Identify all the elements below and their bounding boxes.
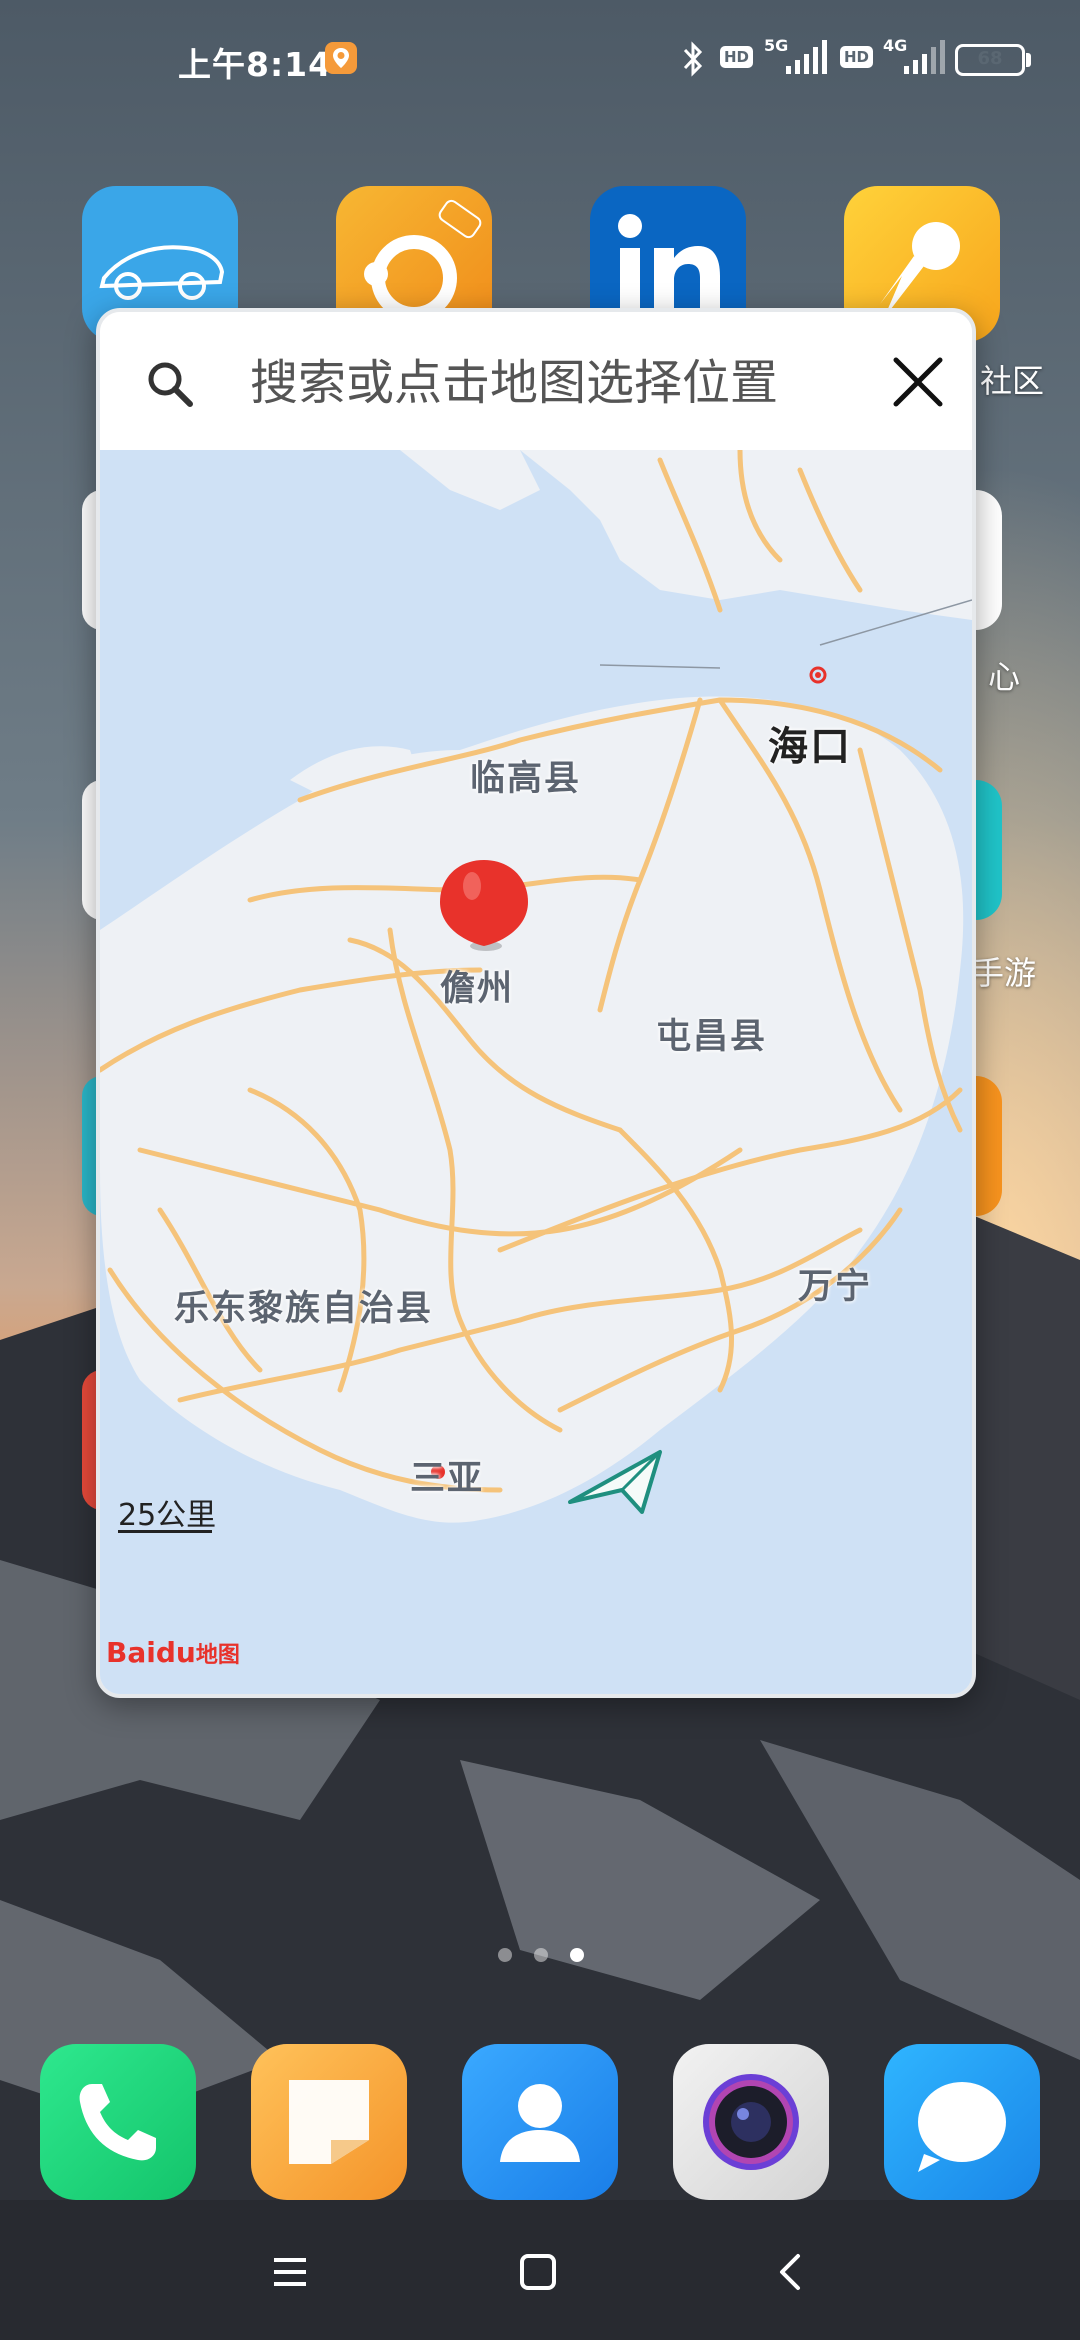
browser-icon xyxy=(918,2082,1006,2172)
menu-icon[interactable] xyxy=(260,2248,320,2296)
map-scale-label: 25公里 xyxy=(118,1498,217,1533)
phone-icon xyxy=(79,2084,156,2161)
page-dot[interactable] xyxy=(498,1948,512,1962)
city-label-haikou: 海口 xyxy=(768,724,852,770)
location-icon xyxy=(325,42,357,74)
battery-tip xyxy=(1026,53,1031,67)
map-canvas[interactable] xyxy=(100,450,972,1694)
battery-percent: 68 xyxy=(977,48,1003,69)
partial-app-icon[interactable] xyxy=(972,490,1002,630)
search-input[interactable] xyxy=(250,348,780,418)
message-icon xyxy=(289,2080,369,2164)
home-icon[interactable] xyxy=(508,2248,568,2296)
status-time: 上午8:14 xyxy=(178,45,333,84)
dock-phone[interactable] xyxy=(40,2044,196,2200)
app-label-center: 心 xyxy=(988,658,1021,696)
logo-brand: Baidu xyxy=(106,1636,196,1669)
page-dot-active[interactable] xyxy=(570,1948,584,1962)
search-icon[interactable] xyxy=(144,358,196,410)
bluetooth-icon xyxy=(683,41,703,77)
search-bar xyxy=(100,312,972,450)
page-indicator xyxy=(490,1948,600,1968)
contact-icon xyxy=(500,2084,580,2162)
app-label-games: 手游 xyxy=(972,954,1037,992)
city-label-sanya: 三亚 xyxy=(410,1459,485,1499)
baidu-map-logo: Baidu地图 xyxy=(106,1636,240,1669)
close-icon[interactable] xyxy=(886,350,950,414)
camera-icon xyxy=(703,2074,799,2170)
hd-badge-1: HD xyxy=(720,46,754,68)
dock-browser[interactable] xyxy=(884,2044,1040,2200)
battery-icon: 68 xyxy=(955,44,1025,76)
map-scale-bar xyxy=(118,1530,212,1533)
city-label-tunchang: 屯昌县 xyxy=(656,1017,768,1057)
signal-icon-2 xyxy=(904,40,945,74)
dock-contacts[interactable] xyxy=(462,2044,618,2200)
partial-app-icon[interactable] xyxy=(972,780,1002,920)
app-label-community: 社区 xyxy=(980,362,1045,400)
location-picker-dialog: 海口 临高县 儋州 屯昌县 乐东黎族自治县 万宁 三亚 25公里 Baidu地图 xyxy=(96,308,976,1698)
back-icon[interactable] xyxy=(762,2248,822,2296)
partial-app-icon[interactable] xyxy=(972,1076,1002,1216)
city-label-lingao: 临高县 xyxy=(470,759,582,799)
hd-badge-2: HD xyxy=(840,46,874,68)
dock-camera[interactable] xyxy=(673,2044,829,2200)
dock-messages[interactable] xyxy=(251,2044,407,2200)
city-label-wanning: 万宁 xyxy=(798,1267,873,1307)
logo-suffix: 地图 xyxy=(195,1643,240,1668)
page-dot[interactable] xyxy=(534,1948,548,1962)
status-bar: 上午8:14 HD 5G HD 4G 68 xyxy=(0,0,1080,120)
city-label-ledong: 乐东黎族自治县 xyxy=(174,1289,434,1329)
signal-icon-1 xyxy=(786,40,827,74)
map-view[interactable]: 海口 临高县 儋州 屯昌县 乐东黎族自治县 万宁 三亚 25公里 Baidu地图 xyxy=(100,450,972,1694)
city-label-danzhou: 儋州 xyxy=(440,969,515,1009)
